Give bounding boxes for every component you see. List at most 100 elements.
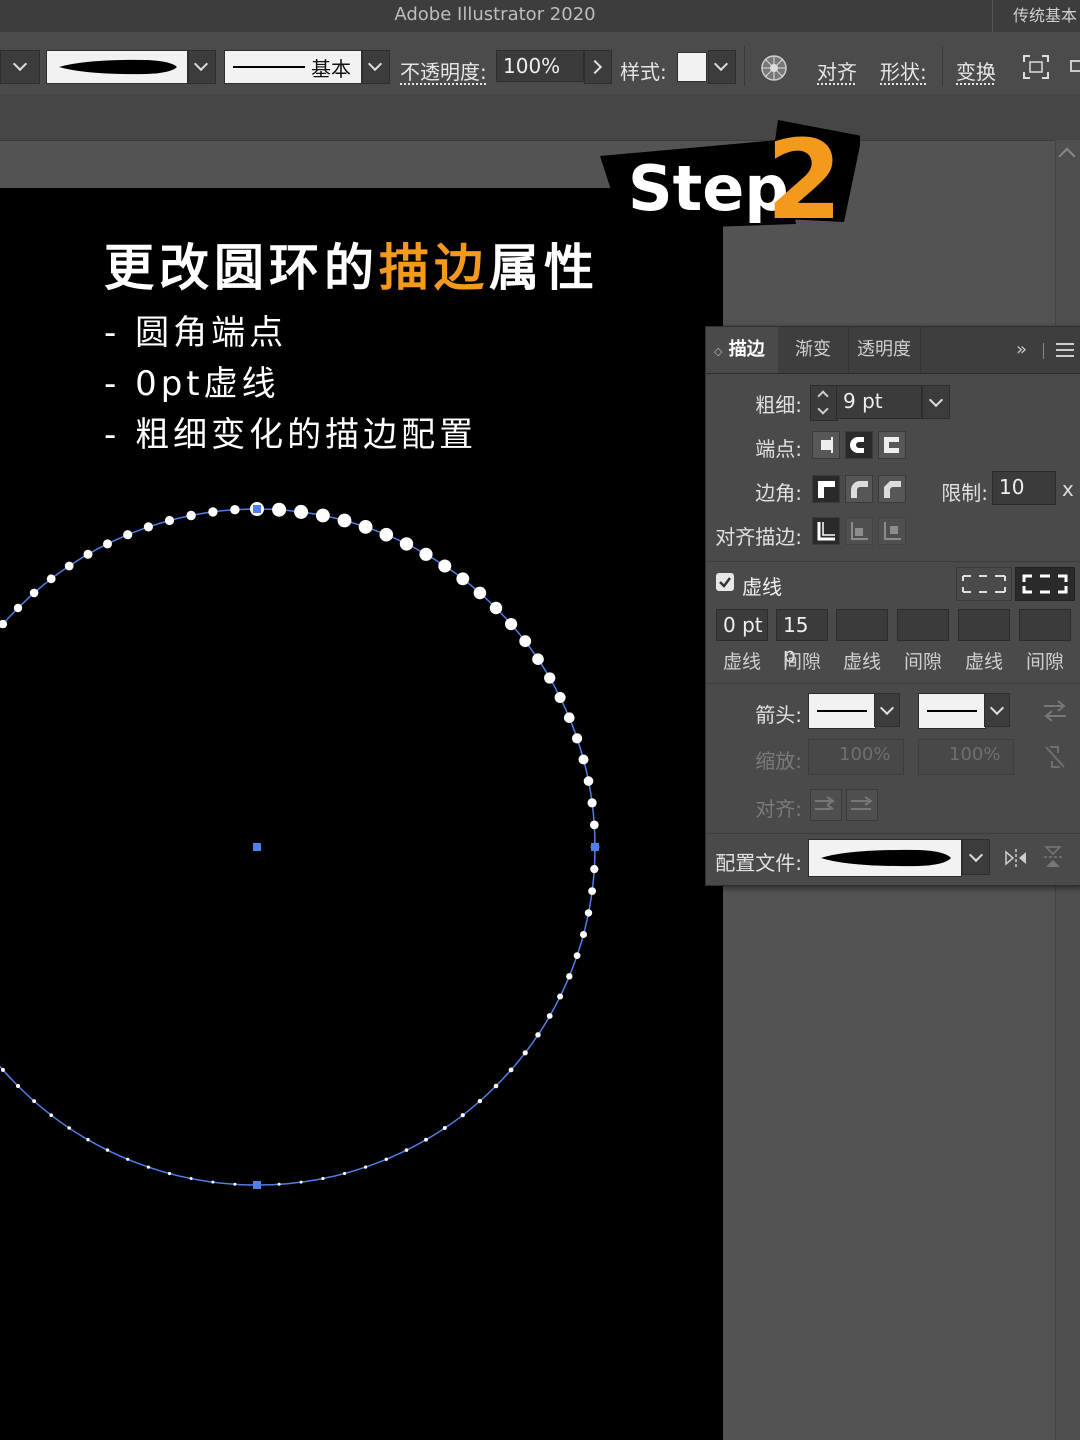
dash-1-input[interactable]: 0 pt — [716, 609, 768, 641]
start-arrowhead-select[interactable] — [808, 693, 876, 729]
stroke-dot — [590, 865, 599, 874]
stroke-dot — [544, 672, 556, 684]
align-inside-button[interactable] — [845, 517, 873, 545]
divider — [706, 833, 1080, 834]
stroke-dot — [123, 530, 133, 540]
panel-menu-icon[interactable] — [1070, 60, 1080, 72]
end-scale-input[interactable]: 100% — [918, 739, 1014, 775]
tab-stroke[interactable]: ◇ 描边 — [706, 327, 778, 373]
swap-arrowheads-icon[interactable] — [1042, 699, 1068, 723]
brush-dropdown[interactable] — [362, 50, 390, 84]
stroke-dot — [489, 601, 503, 615]
chevron-down-icon — [817, 403, 829, 415]
start-scale-input[interactable]: 100% — [808, 739, 904, 775]
opacity-input[interactable]: 100% — [496, 50, 584, 82]
gap-1-input[interactable]: 15 p — [776, 609, 828, 667]
align-outside-button[interactable] — [878, 517, 906, 545]
stroke-dot — [572, 733, 583, 744]
stroke-dot — [46, 574, 56, 584]
bevel-join-button[interactable] — [878, 475, 906, 503]
stroke-dot — [337, 513, 352, 528]
stroke-dot — [126, 1157, 130, 1161]
projecting-cap-button[interactable] — [878, 431, 906, 459]
opacity-slider-button[interactable] — [584, 50, 612, 84]
width-profile-select[interactable] — [808, 839, 962, 877]
anchor-point[interactable] — [591, 843, 599, 851]
stroke-dot — [186, 510, 196, 521]
corner-label: 边角: — [755, 481, 802, 505]
selected-path[interactable] — [0, 508, 596, 1186]
opacity-label[interactable]: 不透明度: — [400, 56, 487, 85]
stroke-dot — [67, 1126, 71, 1130]
collapse-panel-icon[interactable]: » — [1016, 339, 1027, 360]
workspace-switcher[interactable]: 传统基本 — [992, 0, 1080, 32]
weight-input[interactable]: 9 pt — [836, 385, 922, 419]
fill-dropdown[interactable] — [0, 50, 40, 84]
miter-limit-input[interactable]: 10 — [992, 471, 1056, 505]
link-scale-icon[interactable] — [1042, 743, 1068, 771]
place-arrow-tip-button[interactable] — [846, 789, 878, 821]
stroke-dot — [211, 1180, 215, 1184]
shape-link[interactable]: 形状: — [880, 56, 927, 85]
dashed-label: 虚线 — [742, 575, 782, 599]
divider — [706, 561, 1080, 562]
recolor-artwork-icon[interactable] — [760, 54, 788, 82]
bevel-join-icon — [884, 481, 901, 498]
flip-across-icon[interactable] — [1042, 845, 1064, 871]
align-link[interactable]: 对齐 — [817, 56, 857, 85]
transform-link[interactable]: 变换 — [956, 56, 996, 85]
gap-3-input[interactable] — [1019, 609, 1071, 641]
style-dropdown[interactable] — [708, 50, 736, 84]
divider — [942, 46, 943, 86]
butt-cap-icon — [821, 437, 833, 453]
profile-dropdown[interactable] — [188, 50, 216, 84]
panel-menu-icon[interactable] — [1056, 343, 1074, 357]
round-cap-button[interactable] — [845, 431, 873, 459]
headline: 更改圆环的描边属性 — [104, 228, 599, 300]
gap-2-input[interactable] — [897, 609, 949, 641]
stroke-dot — [230, 505, 240, 515]
variable-width-profile-preview[interactable] — [46, 50, 188, 84]
anchor-point[interactable] — [253, 1181, 261, 1189]
brush-definition-preview[interactable]: 基本 — [224, 50, 362, 84]
arrowhead-label: 箭头: — [755, 703, 802, 727]
chevron-down-icon — [968, 847, 984, 863]
stroke-dot — [566, 973, 573, 980]
gap-2-label: 间隙 — [903, 651, 942, 673]
start-arrowhead-dropdown[interactable] — [874, 693, 900, 727]
end-arrowhead-select[interactable] — [918, 693, 986, 729]
butt-cap-button[interactable] — [812, 431, 840, 459]
dash-1-label: 虚线 — [722, 651, 761, 673]
gap-1-label: 间隙 — [782, 651, 821, 673]
align-dash-corners-button[interactable] — [1015, 567, 1075, 601]
dashed-checkbox[interactable] — [716, 573, 734, 591]
center-point[interactable] — [253, 843, 261, 851]
preserve-dash-button[interactable] — [956, 567, 1012, 601]
align-center-button[interactable] — [812, 517, 840, 545]
weight-dropdown[interactable] — [922, 385, 950, 419]
flip-along-icon[interactable] — [1004, 847, 1030, 869]
stroke-dot — [13, 603, 23, 613]
tab-gradient[interactable]: 渐变 — [778, 327, 849, 373]
extend-arrow-tip-button[interactable] — [810, 789, 842, 821]
limit-unit: x — [1062, 477, 1074, 501]
miter-join-button[interactable] — [812, 475, 840, 503]
stroke-dot — [587, 798, 597, 808]
dash-3-input[interactable] — [958, 609, 1010, 641]
width-profile-dropdown[interactable] — [962, 839, 990, 875]
stroke-dot — [588, 887, 596, 895]
graphic-style-swatch[interactable] — [677, 52, 707, 82]
stroke-dot — [103, 539, 112, 549]
divider — [744, 46, 745, 86]
profile-label: 配置文件: — [715, 851, 802, 875]
stroke-dot — [49, 1113, 53, 1117]
dash-2-input[interactable] — [836, 609, 888, 641]
stroke-dot — [233, 1182, 237, 1186]
anchor-point[interactable] — [253, 505, 261, 513]
end-arrowhead-dropdown[interactable] — [984, 693, 1010, 727]
round-join-button[interactable] — [845, 475, 873, 503]
isolate-selection-icon[interactable] — [1022, 54, 1050, 80]
panel-tab-bar: ◇ 描边 渐变 透明度 » — [706, 327, 1080, 374]
tab-transparency[interactable]: 透明度 — [848, 327, 921, 373]
weight-stepper[interactable] — [810, 385, 838, 421]
